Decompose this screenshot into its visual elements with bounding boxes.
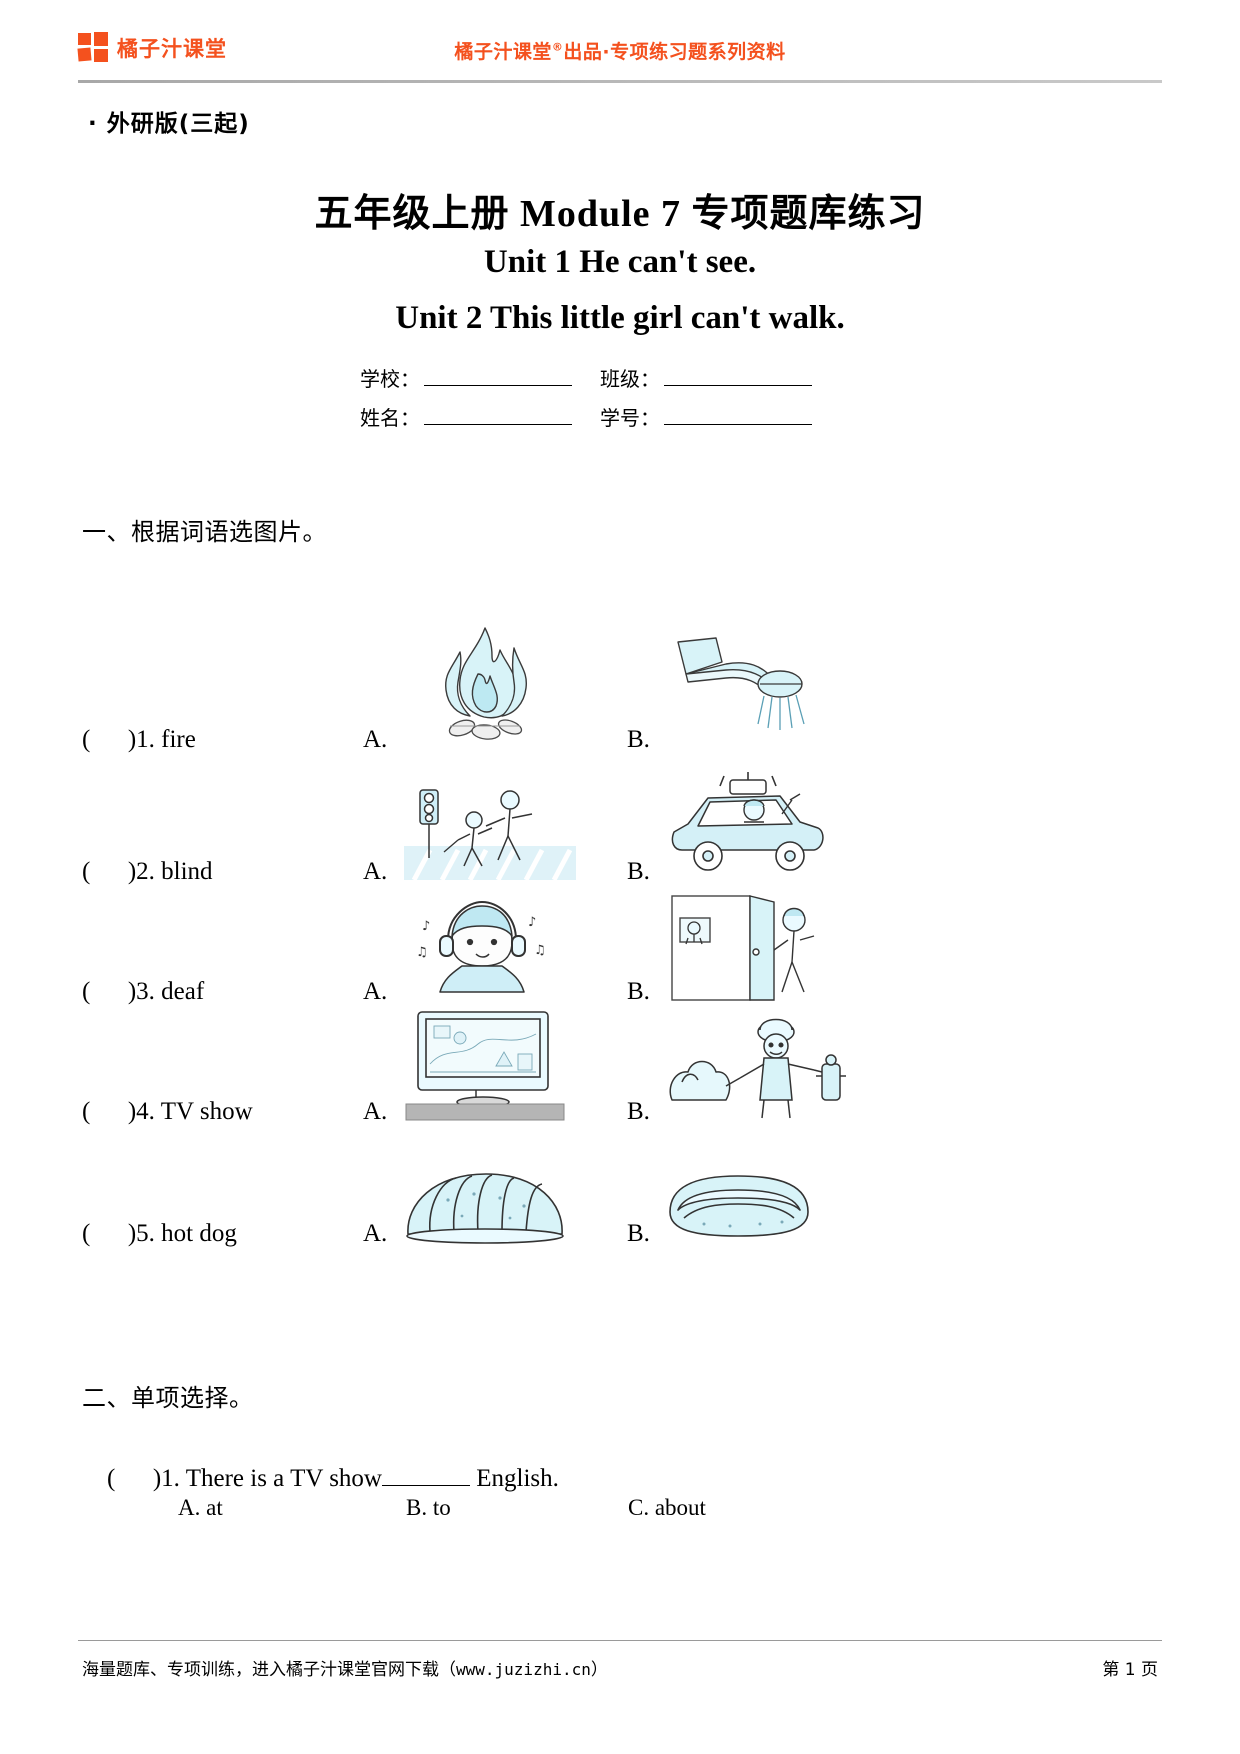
question-1-option-a-label[interactable]: A. (363, 726, 387, 754)
unit2-title: Unit 2 This little girl can't walk. (395, 300, 845, 336)
question-5-option-b-label[interactable]: B. (627, 1220, 650, 1248)
footer-url[interactable]: www.juzizhi.cn (456, 1660, 591, 1679)
boy-at-door-picture[interactable] (664, 892, 824, 1004)
student-id-label: 学号： (600, 406, 660, 430)
question-1-option-b-label[interactable]: B. (627, 726, 650, 754)
header-slogan-suffix: 出品·专项练习题系列资料 (563, 41, 786, 63)
unit1-title: Unit 1 He can't see. (483, 244, 757, 280)
shower-head-picture[interactable] (664, 632, 824, 752)
footer-note-prefix: 海量题库、专项训练，进入橘子汁课堂官网下载（ (82, 1660, 456, 1680)
name-field: 姓名： (360, 402, 600, 431)
page-number: 第 1 页 (1102, 1660, 1158, 1680)
header-slogan: 橘子汁课堂®出品·专项练习题系列资料 (78, 37, 1162, 64)
mc-question-1-number: 1. (161, 1465, 180, 1492)
edition-label: · 外研版(三起) (88, 111, 250, 137)
footer-divider (78, 1640, 1162, 1641)
mc-question-1-blank[interactable] (381, 1468, 470, 1486)
page-title: 五年级上册 Module 7 专项题库练习 (314, 193, 926, 235)
question-row-3: ( )3. deaf A. B. ♪ ♪ ♫ ♫ (82, 880, 1152, 1010)
class-input[interactable] (664, 367, 812, 386)
school-label: 学校： (360, 367, 420, 391)
student-id-field: 学号： (600, 402, 840, 431)
section-2-heading: 二、单项选择。 (82, 1384, 254, 1412)
crosswalk-traffic-light-picture[interactable] (400, 774, 580, 884)
info-row: 姓名： 学号： (360, 397, 840, 436)
question-5-text: ( )5. hot dog (82, 1220, 237, 1247)
question-1-text: ( )1. fire (82, 726, 196, 753)
mc-question-1-option-c[interactable]: C. about (628, 1495, 706, 1521)
class-field: 班级： (600, 363, 840, 392)
question-row-2: ( )2. blind A. B. (82, 760, 1152, 890)
question-row-1: ( )1. fire A. B. (82, 627, 1152, 758)
question-5-option-a-label[interactable]: A. (363, 1220, 387, 1248)
mc-question-1-options: A. at B. to C. about (178, 1495, 706, 1521)
svg-text:♫: ♫ (534, 943, 546, 958)
mc-question-1-bracket[interactable]: ( ) (107, 1465, 161, 1492)
hot-dog-sandwich-picture[interactable] (664, 1166, 814, 1246)
question-row-5: ( )5. hot dog A. B. (82, 1122, 1152, 1252)
header-divider (78, 80, 1162, 83)
mc-question-1-option-a[interactable]: A. at (178, 1495, 406, 1521)
firefighter-hose-picture[interactable] (664, 1004, 854, 1124)
television-screen-picture[interactable] (400, 1004, 570, 1124)
class-label: 班级： (600, 367, 660, 391)
svg-text:♪: ♪ (528, 915, 536, 930)
mc-question-1-stem-before: There is a TV show (185, 1465, 382, 1492)
mc-question-1-stem-after: English. (469, 1465, 559, 1492)
bread-loaf-picture[interactable] (400, 1160, 570, 1246)
question-row-4: ( )4. TV show A. B. (82, 1000, 1152, 1130)
info-row: 学校： 班级： (360, 358, 840, 397)
school-field: 学校： (360, 363, 600, 392)
name-label: 姓名： (360, 406, 420, 430)
page-header: 橘子汁课堂 橘子汁课堂®出品·专项练习题系列资料 (77, 28, 1162, 84)
section-1-heading: 一、根据词语选图片。 (82, 518, 327, 546)
taxi-driver-car-picture[interactable] (664, 772, 834, 884)
mc-question-1-option-b[interactable]: B. to (406, 1495, 628, 1521)
student-info-block: 学校： 班级： 姓名： 学号： (360, 358, 840, 436)
student-id-input[interactable] (664, 406, 812, 425)
header-slogan-prefix: 橘子汁课堂 (454, 41, 552, 63)
svg-text:♪: ♪ (422, 919, 430, 934)
footer-note-suffix: ） (590, 1660, 608, 1680)
registered-mark-icon: ® (551, 40, 564, 54)
campfire-flame-picture[interactable] (400, 622, 570, 752)
girl-wearing-headphones-picture[interactable]: ♪ ♪ ♫ ♫ (400, 894, 560, 1004)
name-input[interactable] (424, 406, 572, 425)
worksheet-page: 橘子汁课堂 橘子汁课堂®出品·专项练习题系列资料 · 外研版(三起) 五年级上册… (0, 0, 1240, 1754)
school-input[interactable] (424, 367, 572, 386)
svg-text:♫: ♫ (416, 945, 428, 960)
footer-note: 海量题库、专项训练，进入橘子汁课堂官网下载（www.juzizhi.cn） (82, 1655, 608, 1680)
